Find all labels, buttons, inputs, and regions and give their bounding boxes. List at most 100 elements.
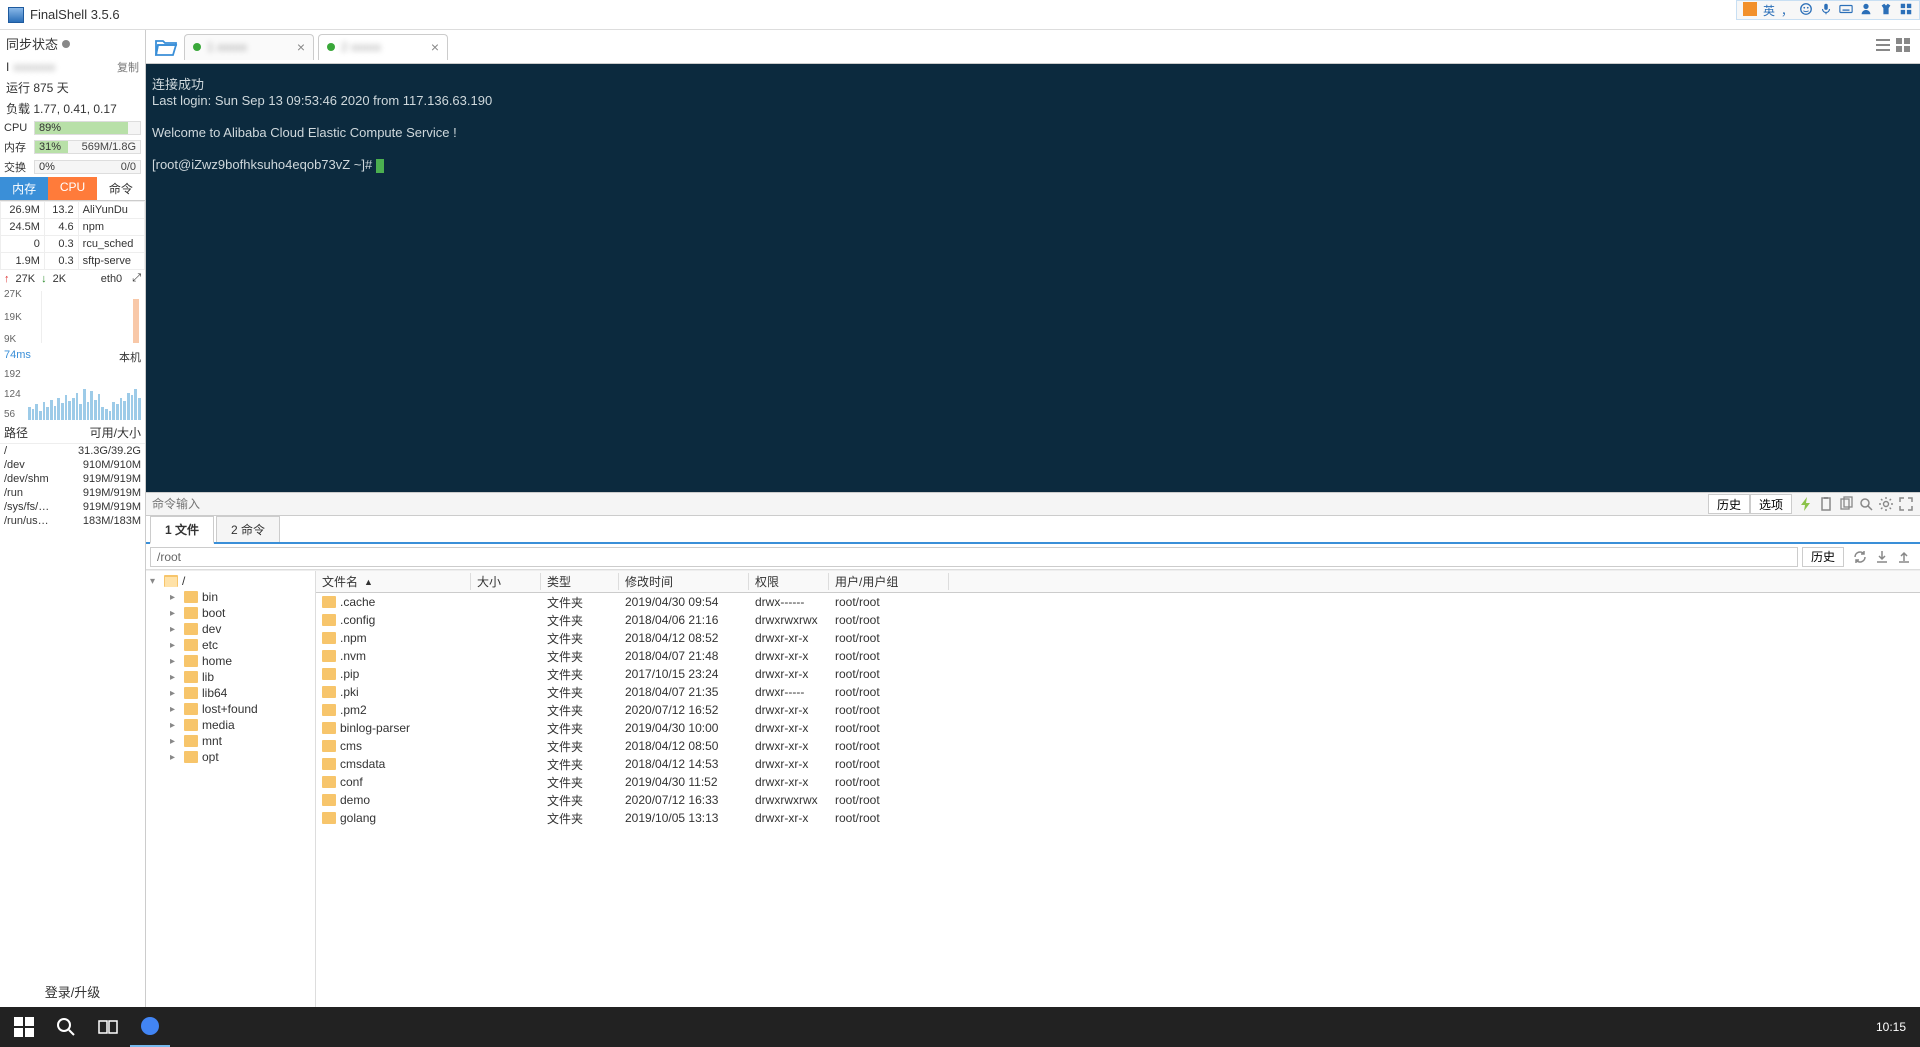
bolt-icon[interactable] — [1798, 496, 1814, 512]
login-upgrade-button[interactable]: 登录/升级 — [0, 976, 145, 1007]
tree-item[interactable]: ▸media — [146, 717, 315, 733]
folder-icon — [184, 607, 198, 619]
folder-icon — [322, 758, 336, 770]
uptime-label: 运行 875 天 — [0, 77, 145, 98]
expand-icon[interactable]: ▸ — [170, 592, 180, 603]
list-view-icon[interactable] — [1874, 36, 1892, 57]
terminal-pane[interactable]: 连接成功 Last login: Sun Sep 13 09:53:46 202… — [146, 64, 1920, 492]
close-tab-icon[interactable]: × — [431, 39, 439, 55]
ime-smile-icon[interactable] — [1799, 2, 1813, 19]
tree-item[interactable]: ▸home — [146, 653, 315, 669]
clipboard-icon[interactable] — [1818, 496, 1834, 512]
file-row[interactable]: .config文件夹2018/04/06 21:16drwxrwxrwxroot… — [316, 611, 1920, 629]
collapse-icon[interactable]: ▾ — [150, 576, 160, 587]
download-icon[interactable] — [1874, 549, 1890, 565]
disk-row: /run/us…183M/183M — [0, 514, 145, 528]
ime-keyboard-icon[interactable] — [1839, 2, 1853, 19]
expand-icon[interactable]: ▸ — [170, 704, 180, 715]
taskbar-app-1[interactable] — [130, 1007, 170, 1047]
close-tab-icon[interactable]: × — [297, 39, 305, 55]
ime-comma-icon[interactable]: ， — [1781, 2, 1793, 19]
file-row[interactable]: .pm2文件夹2020/07/12 16:52drwxr-xr-xroot/ro… — [316, 701, 1920, 719]
tree-item[interactable]: ▸etc — [146, 637, 315, 653]
ime-language[interactable]: 英 — [1763, 2, 1775, 19]
copy-icon[interactable] — [1838, 496, 1854, 512]
ime-mic-icon[interactable] — [1819, 2, 1833, 19]
proc-tab-mem[interactable]: 内存 — [0, 177, 48, 200]
search-taskbar-icon[interactable] — [46, 1007, 86, 1047]
expand-icon[interactable]: ▸ — [170, 656, 180, 667]
start-button[interactable] — [4, 1007, 44, 1047]
refresh-icon[interactable] — [1852, 549, 1868, 565]
tab-files[interactable]: 1 文件 — [150, 516, 214, 544]
ime-shirt-icon[interactable] — [1879, 2, 1893, 19]
search-icon[interactable] — [1858, 496, 1874, 512]
file-row[interactable]: cms文件夹2018/04/12 08:50drwxr-xr-xroot/roo… — [316, 737, 1920, 755]
tree-root[interactable]: ▾ / — [146, 573, 315, 589]
disk-header: 路径 可用/大小 — [0, 422, 145, 444]
history-button[interactable]: 历史 — [1708, 494, 1750, 514]
ime-orange-icon[interactable] — [1743, 2, 1757, 19]
expand-icon[interactable]: ⤢ — [132, 272, 141, 285]
path-history-button[interactable]: 历史 — [1802, 547, 1844, 567]
file-row[interactable]: golang文件夹2019/10/05 13:13drwxr-xr-xroot/… — [316, 809, 1920, 827]
file-row[interactable]: demo文件夹2020/07/12 16:33drwxrwxrwxroot/ro… — [316, 791, 1920, 809]
tree-item[interactable]: ▸mnt — [146, 733, 315, 749]
expand-icon[interactable]: ▸ — [170, 640, 180, 651]
file-row[interactable]: cmsdata文件夹2018/04/12 14:53drwxr-xr-xroot… — [316, 755, 1920, 773]
process-row[interactable]: 00.3rcu_sched — [1, 236, 145, 253]
file-row[interactable]: .pki文件夹2018/04/07 21:35drwxr-----root/ro… — [316, 683, 1920, 701]
expand-icon[interactable]: ▸ — [170, 720, 180, 731]
connection-tab[interactable]: 2 xxxxx× — [318, 34, 448, 60]
file-list[interactable]: 文件名▲ 大小 类型 修改时间 权限 用户/用户组 .cache文件夹2019/… — [316, 571, 1920, 1007]
ime-person-icon[interactable] — [1859, 2, 1873, 19]
grid-view-icon[interactable] — [1894, 36, 1912, 57]
tree-item[interactable]: ▸lib — [146, 669, 315, 685]
expand-icon[interactable]: ▸ — [170, 608, 180, 619]
directory-tree[interactable]: ▾ / ▸bin▸boot▸dev▸etc▸home▸lib▸lib64▸los… — [146, 571, 316, 1007]
tab-commands[interactable]: 2 命令 — [216, 516, 280, 542]
expand-icon[interactable]: ▸ — [170, 624, 180, 635]
proc-tab-cpu[interactable]: CPU — [48, 177, 96, 200]
process-row[interactable]: 26.9M13.2AliYunDu — [1, 202, 145, 219]
folder-icon — [184, 671, 198, 683]
tree-item[interactable]: ▸lib64 — [146, 685, 315, 701]
proc-tab-cmd[interactable]: 命令 — [97, 177, 145, 200]
file-row[interactable]: binlog-parser文件夹2019/04/30 10:00drwxr-xr… — [316, 719, 1920, 737]
windows-taskbar[interactable]: 10:15 — [0, 1007, 1920, 1047]
expand-icon[interactable]: ▸ — [170, 752, 180, 763]
taskbar-clock[interactable]: 10:15 — [1866, 1020, 1916, 1034]
tree-item[interactable]: ▸boot — [146, 605, 315, 621]
command-input[interactable] — [146, 497, 1708, 511]
resource-bar: CPU89% — [0, 119, 145, 137]
tree-item[interactable]: ▸lost+found — [146, 701, 315, 717]
ime-grid-icon[interactable] — [1899, 2, 1913, 19]
ime-toolbar[interactable]: 英 ， — [1736, 0, 1920, 20]
file-row[interactable]: .nvm文件夹2018/04/07 21:48drwxr-xr-xroot/ro… — [316, 647, 1920, 665]
fullscreen-icon[interactable] — [1898, 496, 1914, 512]
file-row[interactable]: .pip文件夹2017/10/15 23:24drwxr-xr-xroot/ro… — [316, 665, 1920, 683]
expand-icon[interactable]: ▸ — [170, 688, 180, 699]
file-row[interactable]: .npm文件夹2018/04/12 08:52drwxr-xr-xroot/ro… — [316, 629, 1920, 647]
file-row[interactable]: conf文件夹2019/04/30 11:52drwxr-xr-xroot/ro… — [316, 773, 1920, 791]
tree-item[interactable]: ▸bin — [146, 589, 315, 605]
tree-item[interactable]: ▸opt — [146, 749, 315, 765]
expand-icon[interactable]: ▸ — [170, 736, 180, 747]
task-view-icon[interactable] — [88, 1007, 128, 1047]
copy-ip-button[interactable]: 复制 — [117, 59, 139, 75]
file-row[interactable]: .cache文件夹2019/04/30 09:54drwx------root/… — [316, 593, 1920, 611]
process-tabs[interactable]: 内存 CPU 命令 — [0, 177, 145, 201]
tree-item[interactable]: ▸dev — [146, 621, 315, 637]
process-row[interactable]: 1.9M0.3sftp-serve — [1, 253, 145, 270]
view-toggle-buttons[interactable] — [1874, 36, 1920, 57]
gear-icon[interactable] — [1878, 496, 1894, 512]
file-list-header[interactable]: 文件名▲ 大小 类型 修改时间 权限 用户/用户组 — [316, 571, 1920, 593]
options-button[interactable]: 选项 — [1750, 494, 1792, 514]
open-connection-button[interactable] — [152, 35, 180, 59]
process-row[interactable]: 24.5M4.6npm — [1, 219, 145, 236]
upload-icon[interactable] — [1896, 549, 1912, 565]
expand-icon[interactable]: ▸ — [170, 672, 180, 683]
connection-tab[interactable]: 1 xxxxx× — [184, 34, 314, 60]
folder-icon — [322, 740, 336, 752]
path-input[interactable] — [150, 547, 1798, 567]
